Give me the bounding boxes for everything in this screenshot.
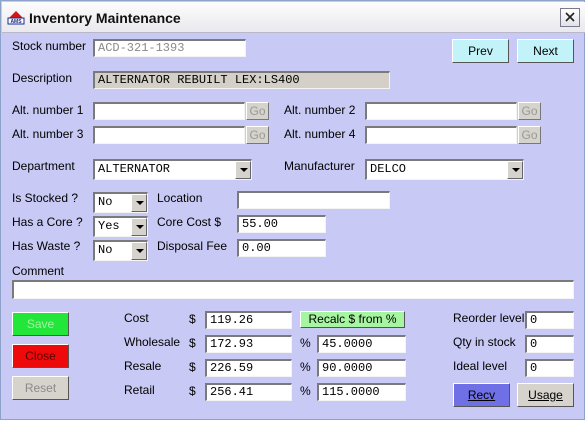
department-label: Department — [12, 159, 75, 173]
alt-number-3-label: Alt. number 3 — [12, 127, 84, 141]
has-core-label: Has a Core ? — [12, 215, 83, 229]
prev-button[interactable]: Prev — [452, 39, 509, 63]
ideal-level-field[interactable]: 0 — [525, 359, 574, 377]
has-waste-select[interactable]: No — [93, 240, 148, 261]
resale-percent-sign: % — [300, 360, 311, 374]
recalc-button[interactable]: Recalc $ from % — [300, 311, 405, 328]
resale-field[interactable]: 226.59 — [205, 359, 292, 377]
qty-in-stock-label: Qty in stock — [453, 335, 516, 349]
usage-button[interactable]: Usage — [517, 383, 574, 407]
description-label: Description — [12, 71, 73, 85]
manufacturer-value: DELCO — [370, 162, 407, 176]
reorder-level-field[interactable]: 0 — [525, 311, 574, 329]
recv-button[interactable]: Recv — [453, 383, 510, 407]
app-logo-icon: AMS — [7, 11, 25, 25]
alt-number-3-field[interactable] — [93, 126, 245, 144]
title-bar: AMS Inventory Maintenance — [2, 2, 585, 33]
department-value: ALTERNATOR — [98, 162, 171, 176]
disposal-fee-label: Disposal Fee — [157, 239, 228, 253]
manufacturer-select[interactable]: DELCO — [365, 159, 524, 180]
wholesale-pct-field[interactable]: 45.0000 — [317, 335, 406, 353]
window-close-button[interactable] — [560, 8, 580, 27]
wholesale-dollar-sign: $ — [189, 336, 196, 350]
chevron-down-icon[interactable] — [131, 218, 147, 236]
next-button[interactable]: Next — [517, 39, 574, 63]
reorder-level-label: Reorder level — [453, 311, 525, 325]
disposal-fee-field[interactable]: 0.00 — [237, 239, 326, 257]
has-waste-value: No — [98, 243, 113, 257]
has-core-value: Yes — [98, 219, 120, 233]
alt-number-2-go-button[interactable]: Go — [518, 102, 541, 120]
alt-number-2-field[interactable] — [365, 102, 517, 120]
retail-dollar-sign: $ — [189, 384, 196, 398]
alt-number-1-go-button[interactable]: Go — [246, 102, 269, 120]
stock-number-label: Stock number — [12, 39, 87, 53]
retail-field[interactable]: 256.41 — [205, 383, 292, 401]
wholesale-field[interactable]: 172.93 — [205, 335, 292, 353]
wholesale-label: Wholesale — [124, 335, 181, 349]
retail-label: Retail — [124, 383, 155, 397]
alt-number-4-field[interactable] — [365, 126, 517, 144]
alt-number-2-label: Alt. number 2 — [284, 103, 356, 117]
alt-number-3-go-button[interactable]: Go — [246, 126, 269, 144]
close-button[interactable]: Close — [12, 344, 69, 368]
alt-number-4-label: Alt. number 4 — [284, 127, 356, 141]
alt-number-4-go-button[interactable]: Go — [518, 126, 541, 144]
wholesale-percent-sign: % — [300, 336, 311, 350]
window-title: Inventory Maintenance — [29, 10, 181, 26]
comment-field[interactable] — [12, 280, 574, 299]
chevron-down-icon[interactable] — [507, 161, 523, 179]
logo-text: AMS — [10, 19, 22, 25]
qty-in-stock-field[interactable]: 0 — [525, 335, 574, 353]
is-stocked-value: No — [98, 195, 113, 209]
core-cost-label: Core Cost $ — [157, 215, 222, 229]
cost-label: Cost — [124, 311, 149, 325]
ideal-level-label: Ideal level — [453, 359, 508, 373]
is-stocked-label: Is Stocked ? — [12, 191, 79, 205]
has-core-select[interactable]: Yes — [93, 216, 148, 237]
cost-dollar-sign: $ — [189, 312, 196, 326]
alt-number-1-field[interactable] — [93, 102, 245, 120]
reset-button[interactable]: Reset — [12, 376, 69, 400]
description-field[interactable]: ALTERNATOR REBUILT LEX:LS400 — [93, 71, 390, 89]
inventory-window: AMS Inventory Maintenance Stock number A… — [0, 0, 585, 420]
location-label: Location — [157, 191, 203, 205]
core-cost-field[interactable]: 55.00 — [237, 215, 326, 233]
alt-number-1-label: Alt. number 1 — [12, 103, 84, 117]
has-waste-label: Has Waste ? — [12, 239, 81, 253]
manufacturer-label: Manufacturer — [284, 159, 355, 173]
location-field[interactable] — [237, 191, 390, 209]
retail-percent-sign: % — [300, 384, 311, 398]
save-button[interactable]: Save — [12, 312, 69, 336]
is-stocked-select[interactable]: No — [93, 192, 148, 213]
department-select[interactable]: ALTERNATOR — [93, 159, 252, 180]
retail-pct-field[interactable]: 115.0000 — [317, 383, 406, 401]
cost-field[interactable]: 119.26 — [205, 311, 292, 329]
comment-label: Comment — [12, 264, 65, 278]
chevron-down-icon[interactable] — [235, 161, 251, 179]
resale-pct-field[interactable]: 90.0000 — [317, 359, 406, 377]
resale-label: Resale — [124, 359, 162, 373]
close-icon — [565, 12, 575, 22]
chevron-down-icon[interactable] — [131, 194, 147, 212]
resale-dollar-sign: $ — [189, 360, 196, 374]
chevron-down-icon[interactable] — [131, 242, 147, 260]
stock-number-field[interactable]: ACD-321-1393 — [93, 39, 246, 57]
